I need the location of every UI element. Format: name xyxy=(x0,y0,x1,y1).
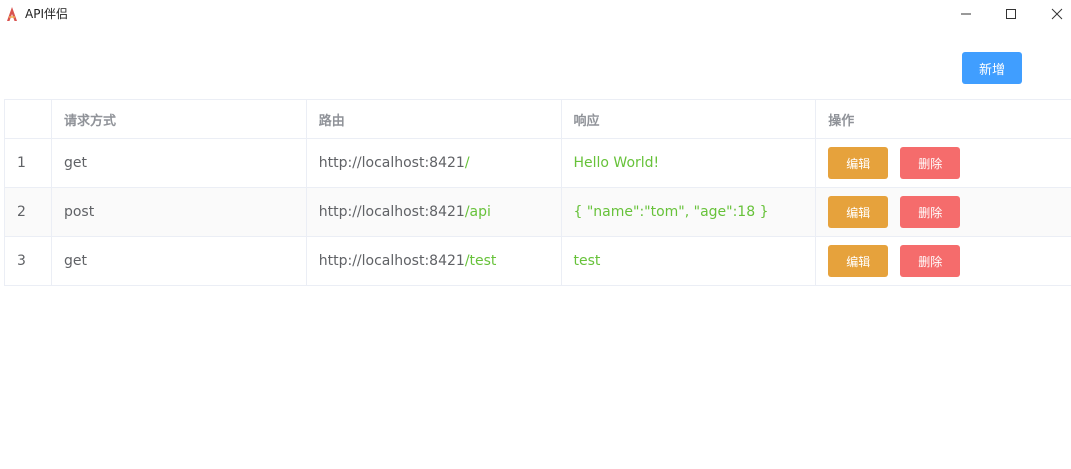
edit-button[interactable]: 编辑 xyxy=(828,196,889,228)
row-route: http://localhost:8421/api xyxy=(307,188,562,236)
row-route: http://localhost:8421/test xyxy=(307,237,562,285)
delete-button[interactable]: 删除 xyxy=(900,245,961,277)
delete-button[interactable]: 删除 xyxy=(900,147,961,179)
close-icon xyxy=(1051,5,1063,24)
header-route: 路由 xyxy=(307,100,562,138)
minimize-button[interactable] xyxy=(943,0,989,28)
row-actions: 编辑 删除 xyxy=(816,188,1071,236)
row-response: test xyxy=(562,237,817,285)
table-row: 3 get http://localhost:8421/test test 编辑… xyxy=(5,237,1071,286)
table-row: 2 post http://localhost:8421/api { "name… xyxy=(5,188,1071,237)
maximize-icon xyxy=(1005,5,1017,24)
row-method: get xyxy=(52,237,307,285)
window-title: API伴侣 xyxy=(25,7,68,21)
row-actions: 编辑 删除 xyxy=(816,139,1071,187)
minimize-icon xyxy=(960,5,972,24)
route-base: http://localhost:8421 xyxy=(318,204,465,220)
title-bar: API伴侣 xyxy=(0,0,1071,28)
close-button[interactable] xyxy=(1034,0,1071,28)
api-table: 请求方式 路由 响应 操作 1 get http://localhost:842… xyxy=(4,99,1071,286)
header-index xyxy=(5,100,52,138)
row-method: get xyxy=(52,139,307,187)
edit-button[interactable]: 编辑 xyxy=(828,147,889,179)
add-button[interactable]: 新增 xyxy=(962,52,1022,84)
row-actions: 编辑 删除 xyxy=(816,237,1071,285)
header-response: 响应 xyxy=(562,100,817,138)
route-base: http://localhost:8421 xyxy=(318,253,465,269)
route-path: /test xyxy=(464,253,497,269)
route-path: / xyxy=(464,155,470,171)
maximize-button[interactable] xyxy=(988,0,1034,28)
header-actions: 操作 xyxy=(828,113,855,129)
row-index: 2 xyxy=(5,188,52,236)
row-response: { "name":"tom", "age":18 } xyxy=(562,188,817,236)
header-method: 请求方式 xyxy=(52,100,307,138)
table-row: 1 get http://localhost:8421/ Hello World… xyxy=(5,139,1071,188)
route-path: /api xyxy=(464,204,491,220)
delete-button[interactable]: 删除 xyxy=(900,196,961,228)
edit-button[interactable]: 编辑 xyxy=(828,245,889,277)
route-base: http://localhost:8421 xyxy=(318,155,465,171)
app-logo-icon xyxy=(5,6,19,22)
row-index: 1 xyxy=(5,139,52,187)
row-response: Hello World! xyxy=(562,139,817,187)
row-index: 3 xyxy=(5,237,52,285)
row-route: http://localhost:8421/ xyxy=(307,139,562,187)
table-header-row: 请求方式 路由 响应 操作 xyxy=(5,100,1071,139)
row-method: post xyxy=(52,188,307,236)
